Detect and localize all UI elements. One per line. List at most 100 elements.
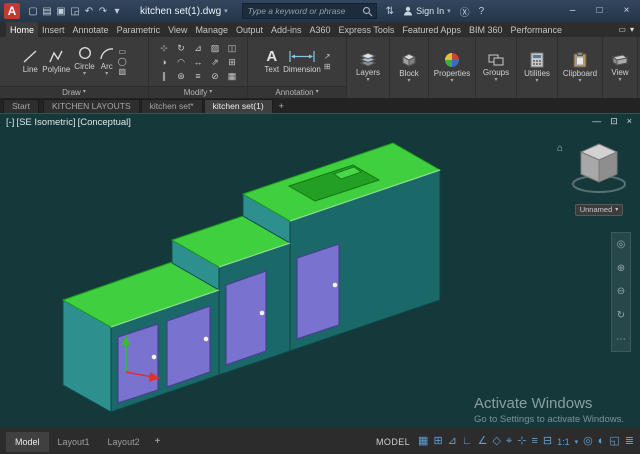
ribbon-tab-a360[interactable]: A360 xyxy=(306,22,335,37)
ribbon-collapse-dropdown-icon[interactable]: ▾ xyxy=(630,25,634,34)
ribbon-panel-properties[interactable]: Properties ▾ xyxy=(429,37,476,98)
hatch-icon[interactable]: ▨ xyxy=(118,67,127,76)
copy-icon[interactable]: ◫ xyxy=(224,41,241,55)
offset-icon[interactable]: ∥ xyxy=(156,69,173,83)
overkill-icon[interactable]: ▦ xyxy=(224,69,241,83)
vp-minimize-icon[interactable]: — xyxy=(592,116,601,127)
ribbon-tab-output[interactable]: Output xyxy=(232,22,267,37)
model-space-toggle[interactable]: MODEL xyxy=(376,437,410,447)
save-icon[interactable]: ▣ xyxy=(54,6,68,17)
fillet-icon[interactable]: ◠ xyxy=(173,55,190,69)
lengthen-icon[interactable]: ≡ xyxy=(190,69,207,83)
explode-icon[interactable]: ⊛ xyxy=(173,69,190,83)
draw-panel-label[interactable]: Draw ▾ xyxy=(0,86,148,98)
ribbon-tab-performance[interactable]: Performance xyxy=(506,22,566,37)
ellipse-icon[interactable]: ◯ xyxy=(118,57,127,66)
title-dropdown-icon[interactable]: ▾ xyxy=(224,7,228,15)
cabinet-door-2[interactable] xyxy=(167,306,210,387)
redo-icon[interactable]: ↷ xyxy=(96,6,110,17)
sign-in-button[interactable]: Sign In ▾ xyxy=(403,6,451,16)
file-tab-kitchen-set-1[interactable]: kitchen set(1) xyxy=(204,99,273,113)
stretch-icon[interactable]: ↔ xyxy=(190,55,207,69)
clean-screen-icon[interactable]: ◱ xyxy=(609,436,619,447)
maximize-button[interactable]: □ xyxy=(586,0,613,22)
help-icon[interactable]: ? xyxy=(479,6,485,17)
pan-icon[interactable]: ⊕ xyxy=(617,263,625,274)
text-button[interactable]: A Text xyxy=(263,49,280,74)
ribbon-tab-home[interactable]: Home xyxy=(6,22,38,37)
file-tab-kitchen-layouts[interactable]: KITCHEN LAYOUTS xyxy=(43,99,140,113)
leader-icon[interactable]: ↗ xyxy=(324,52,331,61)
layout-tab-model[interactable]: Model xyxy=(6,432,49,452)
file-tab-start[interactable]: Start xyxy=(3,99,39,113)
table-icon[interactable]: ⊞ xyxy=(324,62,331,71)
open-icon[interactable]: ▤ xyxy=(40,6,54,17)
visual-style-control[interactable]: [Conceptual] xyxy=(78,117,131,128)
cabinet-door-4[interactable] xyxy=(297,244,339,339)
a360-sync-icon[interactable]: ⇅ xyxy=(386,6,394,17)
drawing-canvas[interactable] xyxy=(0,114,640,428)
dimension-button[interactable]: Dimension xyxy=(282,49,322,74)
grid-display-icon[interactable]: ▦ xyxy=(418,436,428,447)
ribbon-panel-layers[interactable]: Layers ▾ xyxy=(347,37,390,98)
customization-icon[interactable]: ≣ xyxy=(625,436,634,447)
app-store-icon[interactable]: Ⓧ xyxy=(460,4,470,19)
plot-icon[interactable]: ◲ xyxy=(68,6,82,17)
vp-restore-icon[interactable]: ⊡ xyxy=(610,116,618,127)
circle-button[interactable]: Circle ▾ xyxy=(73,46,95,77)
viewcube-ucs-selector[interactable]: Unnamed ▾ xyxy=(575,204,624,216)
undo-icon[interactable]: ↶ xyxy=(82,6,96,17)
lineweight-icon[interactable]: ≡ xyxy=(531,436,537,447)
annotation-panel-label[interactable]: Annotation ▾ xyxy=(248,86,346,98)
modify-panel-label[interactable]: Modify ▾ xyxy=(149,86,247,98)
ribbon-panel-view[interactable]: View ▾ xyxy=(603,37,638,98)
array-icon[interactable]: ⊞ xyxy=(224,55,241,69)
search-input[interactable] xyxy=(246,5,362,17)
ribbon-tab-insert[interactable]: Insert xyxy=(38,22,69,37)
mirror-icon[interactable]: ◑ xyxy=(156,55,173,69)
ribbon-panel-utilities[interactable]: Utilities ▾ xyxy=(517,37,558,98)
viewcube-home-icon[interactable]: ⌂ xyxy=(557,143,563,154)
ribbon-tab-manage[interactable]: Manage xyxy=(191,22,232,37)
polar-tracking-icon[interactable]: ∠ xyxy=(478,436,488,447)
viewcube[interactable]: ⌂ Unnamed ▾ xyxy=(570,138,628,217)
viewport-menu-control[interactable]: [-] xyxy=(6,117,14,128)
line-button[interactable]: Line xyxy=(21,49,39,74)
cabinet-door-1[interactable] xyxy=(118,324,158,403)
autocad-logo-icon[interactable]: A xyxy=(4,3,20,19)
minimize-button[interactable]: – xyxy=(559,0,586,22)
cabinet-door-3[interactable] xyxy=(226,271,266,365)
ribbon-tab-bim-360[interactable]: BIM 360 xyxy=(465,22,507,37)
erase-icon[interactable]: ▨ xyxy=(207,41,224,55)
move-icon[interactable]: ⊹ xyxy=(156,41,173,55)
vp-close-icon[interactable]: × xyxy=(627,116,632,127)
rectangle-icon[interactable]: ▭ xyxy=(118,47,127,56)
qat-dropdown-icon[interactable]: ▾ xyxy=(110,6,124,17)
scale-icon[interactable]: ⇗ xyxy=(207,55,224,69)
chevron-down-icon[interactable]: ▾ xyxy=(575,438,579,446)
annotation-scale-control[interactable]: 1:1 xyxy=(557,437,570,447)
ortho-mode-icon[interactable]: ∟ xyxy=(462,436,473,447)
ribbon-tab-parametric[interactable]: Parametric xyxy=(113,22,165,37)
ribbon-tab-view[interactable]: View xyxy=(164,22,191,37)
navbar-more-icon[interactable]: ⋯ xyxy=(616,334,626,345)
close-button[interactable]: × xyxy=(613,0,640,22)
rotate-icon[interactable]: ↻ xyxy=(173,41,190,55)
new-drawing-tab-button[interactable]: + xyxy=(274,100,289,113)
new-layout-button[interactable]: + xyxy=(149,431,167,452)
search-icon[interactable] xyxy=(362,6,373,17)
object-snap-tracking-icon[interactable]: ⌖ xyxy=(506,436,512,447)
trim-icon[interactable]: ⊿ xyxy=(190,41,207,55)
ribbon-panel-clipboard[interactable]: Clipboard ▾ xyxy=(558,37,603,98)
layout-tab-layout1[interactable]: Layout1 xyxy=(49,432,99,452)
ribbon-tab-express-tools[interactable]: Express Tools xyxy=(335,22,399,37)
break-icon[interactable]: ⊘ xyxy=(207,69,224,83)
ribbon-tab-annotate[interactable]: Annotate xyxy=(69,22,113,37)
zoom-icon[interactable]: ⊖ xyxy=(617,286,625,297)
ribbon-panel-block[interactable]: Block ▾ xyxy=(390,37,429,98)
layout-tab-layout2[interactable]: Layout2 xyxy=(99,432,149,452)
snap-mode-icon[interactable]: ⊞ xyxy=(433,436,442,447)
object-snap-icon[interactable]: ⊹ xyxy=(517,436,526,447)
ribbon-display-icon[interactable]: ▭ xyxy=(618,25,626,34)
file-tab-kitchen-set[interactable]: kitchen set* xyxy=(141,99,203,113)
